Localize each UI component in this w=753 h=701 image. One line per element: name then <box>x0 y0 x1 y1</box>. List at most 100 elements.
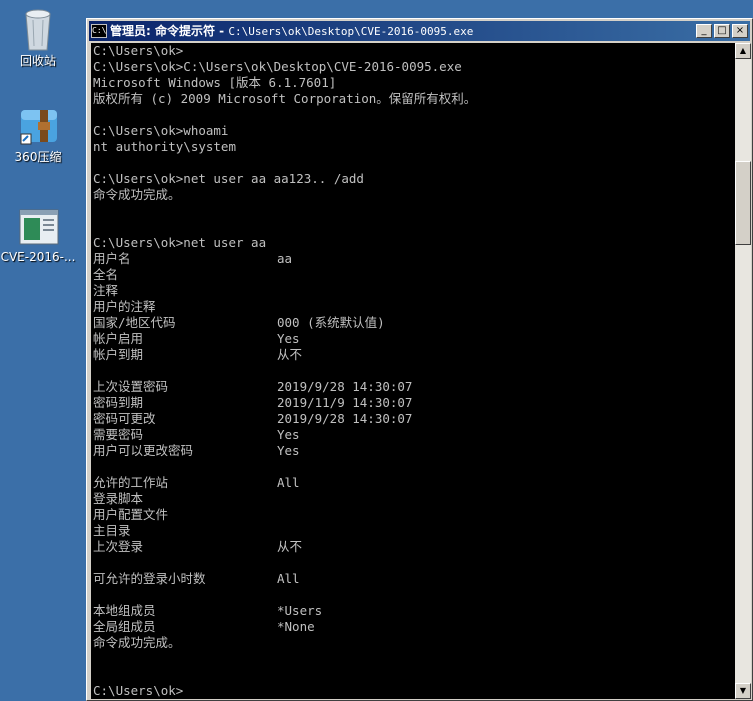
user-info-key: 需要密码 <box>93 427 144 442</box>
user-info-value: 2019/9/28 14:30:07 <box>277 411 413 426</box>
console-line: C:\Users\ok>net user aa <box>93 235 267 250</box>
user-info-row: 用户配置文件 <box>91 507 735 523</box>
user-info-row <box>91 363 735 379</box>
user-info-row: 主目录 <box>91 523 735 539</box>
user-info-row: 上次登录 从不 <box>91 539 735 555</box>
user-info-row <box>91 587 735 603</box>
user-info-row: 允许的工作站 All <box>91 475 735 491</box>
user-info-row: 用户可以更改密码 Yes <box>91 443 735 459</box>
recycle-bin-desktop-icon[interactable]: 回收站 <box>0 8 78 69</box>
user-info-value: 2019/11/9 14:30:07 <box>277 395 413 410</box>
user-info-value: aa <box>277 251 293 266</box>
title-bar[interactable]: C:\ 管理员: 命令提示符 - C:\Users\ok\Desktop\CVE… <box>89 21 750 41</box>
user-info-row: 密码到期 2019/11/9 14:30:07 <box>91 395 735 411</box>
user-info-key <box>93 587 277 603</box>
user-info-value: 2019/9/28 14:30:07 <box>277 379 413 394</box>
user-info-key: 可允许的登录小时数 <box>93 571 206 586</box>
user-info-key: 用户的注释 <box>93 299 156 314</box>
cve-exe-desktop-icon[interactable]: CVE-2016-... <box>0 206 78 264</box>
console-line: 命令成功完成。 <box>93 187 181 202</box>
user-info-row: 国家/地区代码 000 (系统默认值) <box>91 315 735 331</box>
360zip-icon <box>18 104 58 146</box>
console-line: C:\Users\ok> <box>93 43 184 58</box>
user-info-key: 全局组成员 <box>93 619 156 634</box>
window-title: 管理员: 命令提示符 - C:\Users\ok\Desktop\CVE-201… <box>110 21 694 42</box>
user-info-value: *None <box>277 619 315 634</box>
user-info-value: All <box>277 475 300 490</box>
user-info-key: 上次登录 <box>93 539 144 554</box>
user-info-key: 用户可以更改密码 <box>93 443 194 458</box>
console-line: C:\Users\ok>whoami <box>93 123 229 138</box>
user-info-value: All <box>277 571 300 586</box>
user-info-key: 上次设置密码 <box>93 379 169 394</box>
console-prompt: C:\Users\ok> <box>93 683 184 698</box>
console-output[interactable]: C:\Users\ok> C:\Users\ok>C:\Users\ok\Des… <box>91 43 735 699</box>
user-info-key: 帐户到期 <box>93 347 144 362</box>
user-info-value: *Users <box>277 603 323 618</box>
user-info-key: 注释 <box>93 283 119 298</box>
console-line: C:\Users\ok>C:\Users\ok\Desktop\CVE-2016… <box>93 59 462 74</box>
user-info-value: 000 (系统默认值) <box>277 315 385 330</box>
user-info-value: 从不 <box>277 539 303 554</box>
user-info-row: 用户的注释 <box>91 299 735 315</box>
user-info-key: 用户名 <box>93 251 131 266</box>
console-line: 版权所有 (c) 2009 Microsoft Corporation。保留所有… <box>93 91 477 106</box>
user-info-key: 用户配置文件 <box>93 507 169 522</box>
console-line: 命令成功完成。 <box>93 635 181 650</box>
user-info-row: 密码可更改 2019/9/28 14:30:07 <box>91 411 735 427</box>
user-info-value: Yes <box>277 427 300 442</box>
user-info-row: 可允许的登录小时数 All <box>91 571 735 587</box>
close-button[interactable]: × <box>732 24 748 38</box>
user-info-key: 登录脚本 <box>93 491 144 506</box>
user-info-key <box>93 363 277 379</box>
user-info-row: 注释 <box>91 283 735 299</box>
user-info-row <box>91 459 735 475</box>
user-info-key: 国家/地区代码 <box>93 315 176 330</box>
cmd-icon: C:\ <box>91 24 107 38</box>
user-info-row: 用户名 aa <box>91 251 735 267</box>
user-info-key: 主目录 <box>93 523 131 538</box>
window-title-prefix: 管理员: 命令提示符 - <box>110 23 229 38</box>
cmd-window: C:\ 管理员: 命令提示符 - C:\Users\ok\Desktop\CVE… <box>86 18 753 701</box>
user-info-key: 帐户启用 <box>93 331 144 346</box>
maximize-button[interactable]: □ <box>714 24 730 38</box>
user-info-row: 帐户启用 Yes <box>91 331 735 347</box>
user-info-key: 全名 <box>93 267 119 282</box>
recycle-bin-icon <box>18 8 58 51</box>
user-info-key <box>93 555 277 571</box>
recycle-bin-label: 回收站 <box>19 54 56 68</box>
user-info-key: 密码可更改 <box>93 411 156 426</box>
scroll-thumb[interactable] <box>735 161 751 245</box>
user-info-value: 从不 <box>277 347 303 362</box>
scroll-down-button[interactable]: ▼ <box>735 683 751 699</box>
user-info-row: 全名 <box>91 267 735 283</box>
user-info-row: 本地组成员 *Users <box>91 603 735 619</box>
user-info-row: 全局组成员 *None <box>91 619 735 635</box>
user-info-key: 允许的工作站 <box>93 475 169 490</box>
user-info-row: 登录脚本 <box>91 491 735 507</box>
360zip-desktop-icon[interactable]: 360压缩 <box>0 104 78 165</box>
vertical-scrollbar[interactable]: ▲ ▼ <box>735 43 751 699</box>
minimize-button[interactable]: _ <box>696 24 712 38</box>
cve-exe-label: CVE-2016-... <box>0 250 76 264</box>
user-info-key <box>93 459 277 475</box>
application-window-icon <box>18 206 59 248</box>
user-info-key: 本地组成员 <box>93 603 156 618</box>
console-line: nt authority\system <box>93 139 236 154</box>
user-info-key: 密码到期 <box>93 395 144 410</box>
window-title-path: C:\Users\ok\Desktop\CVE-2016-0095.exe <box>228 24 474 38</box>
user-info-value: Yes <box>277 443 300 458</box>
360zip-label: 360压缩 <box>14 150 62 164</box>
scroll-up-button[interactable]: ▲ <box>735 43 751 59</box>
console-line: C:\Users\ok>net user aa aa123.. /add <box>93 171 364 186</box>
user-info-row <box>91 555 735 571</box>
user-info-value: Yes <box>277 331 300 346</box>
user-info-row: 需要密码 Yes <box>91 427 735 443</box>
user-info-row: 上次设置密码 2019/9/28 14:30:07 <box>91 379 735 395</box>
